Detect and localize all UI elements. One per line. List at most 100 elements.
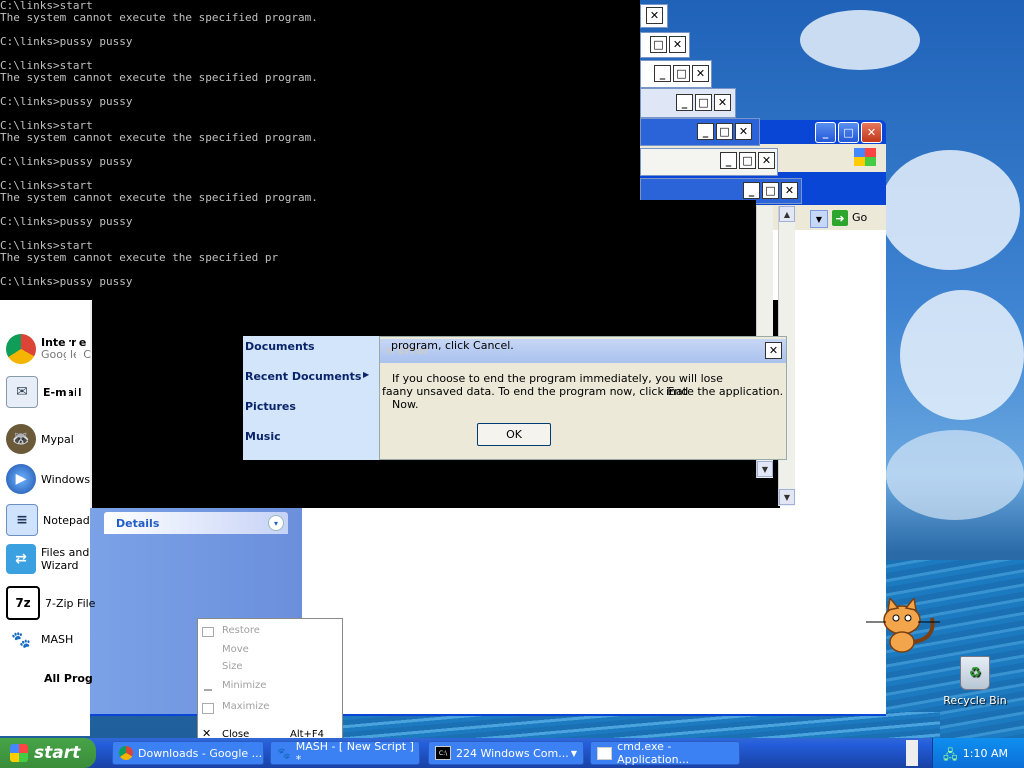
minimize-icon[interactable]: _ xyxy=(676,94,693,111)
go-button[interactable]: Go xyxy=(852,211,867,224)
go-arrow-icon[interactable]: ➜ xyxy=(832,210,848,226)
start-menu-pictures[interactable]: Pictures xyxy=(245,400,296,413)
menu-item-move[interactable]: Move xyxy=(222,644,249,655)
minimize-icon xyxy=(204,689,212,691)
minimize-icon[interactable]: _ xyxy=(654,65,671,82)
chrome-icon xyxy=(6,334,36,364)
chevron-down-icon[interactable]: ▾ xyxy=(268,515,284,531)
transfer-wizard-icon: ⇄ xyxy=(6,544,36,574)
start-menu-label: Files and xyxy=(41,546,90,559)
minimize-icon[interactable]: _ xyxy=(697,123,714,140)
close-icon[interactable]: ✕ xyxy=(714,94,731,111)
dialog-text: inate the application. xyxy=(666,385,784,398)
close-icon[interactable]: ✕ xyxy=(669,36,686,53)
start-menu-right-pane: Documents Recent Documents ▶ Pictures Mu… xyxy=(243,336,381,460)
end-program-dialog[interactable]: ✕ xyxy=(379,336,787,460)
start-button[interactable]: start xyxy=(0,738,96,768)
start-menu-label: Notepad xyxy=(43,513,90,527)
scroll-down-icon[interactable]: ▼ xyxy=(779,489,795,505)
ghost-controls: _ □ ✕ xyxy=(654,65,709,82)
console-line: The system cannot execute the specified … xyxy=(0,71,318,84)
menu-item-restore[interactable]: Restore xyxy=(222,625,260,636)
start-menu-music[interactable]: Music xyxy=(245,430,281,443)
sea xyxy=(300,712,940,740)
minimize-icon[interactable]: _ xyxy=(720,152,737,169)
maximize-button[interactable]: □ xyxy=(838,122,859,143)
maximize-icon xyxy=(202,703,214,714)
ok-button[interactable]: OK xyxy=(477,423,551,446)
maximize-icon[interactable]: □ xyxy=(739,152,756,169)
taskbar-item-label: MASH - [ New Script ] * xyxy=(295,740,414,766)
recycle-bin-icon: ♻ xyxy=(960,656,990,690)
recycle-bin[interactable]: ♻ Recycle Bin xyxy=(942,656,1008,707)
start-menu-documents[interactable]: Documents xyxy=(245,340,315,353)
ghost-controls: _ □ ✕ xyxy=(697,123,752,140)
menu-item-minimize[interactable]: Minimize xyxy=(222,680,266,691)
close-button[interactable]: ✕ xyxy=(861,122,882,143)
ghost-controls: ✕ xyxy=(646,7,663,24)
close-icon[interactable]: ✕ xyxy=(692,65,709,82)
start-menu-recent-documents[interactable]: Recent Documents xyxy=(245,370,361,383)
restore-icon xyxy=(202,627,214,637)
raccoon-icon: 🦝 xyxy=(6,424,36,454)
cloud xyxy=(886,430,1024,520)
start-menu-item-email[interactable]: ✉ E-mail xyxy=(6,376,82,408)
start-menu-item-notepad[interactable]: ≡ Notepad xyxy=(6,504,90,536)
maximize-icon[interactable]: □ xyxy=(716,123,733,140)
start-label: start xyxy=(34,743,81,763)
start-menu-item-mash[interactable]: 🐾 MASH xyxy=(6,624,73,654)
close-icon[interactable]: ✕ xyxy=(646,7,663,24)
console-line: The system cannot execute the specified … xyxy=(0,191,318,204)
taskbar-item-cmd-error[interactable]: cmd.exe - Application... xyxy=(590,740,740,766)
media-player-icon: ▶ xyxy=(6,464,36,494)
network-icon[interactable]: 🖧 xyxy=(943,746,958,768)
close-icon[interactable]: ✕ xyxy=(781,182,798,199)
mash-icon: 🐾 xyxy=(6,624,36,654)
recycle-bin-label: Recycle Bin xyxy=(943,694,1007,707)
start-menu-label: 7-Zip File xyxy=(45,596,96,610)
minimize-button[interactable]: _ xyxy=(815,122,836,143)
ghost-controls: _ □ ✕ xyxy=(720,152,775,169)
start-menu-item-mypal[interactable]: 🦝 Mypal xyxy=(6,424,74,454)
cloud xyxy=(880,150,1020,270)
windows-logo-icon xyxy=(854,148,876,166)
scroll-down-icon[interactable]: ▼ xyxy=(757,461,773,477)
close-icon[interactable]: ✕ xyxy=(758,152,775,169)
clock[interactable]: 1:10 AM xyxy=(963,747,1008,760)
minimize-icon[interactable]: _ xyxy=(743,182,760,199)
maximize-icon[interactable]: □ xyxy=(673,65,690,82)
close-icon[interactable]: ✕ xyxy=(765,342,782,359)
close-icon[interactable]: ✕ xyxy=(735,123,752,140)
start-menu-label: Windows xyxy=(41,472,91,486)
console-output[interactable]: C:\links>start The system cannot execute … xyxy=(0,0,640,300)
maximize-icon[interactable]: □ xyxy=(762,182,779,199)
notepad-icon: ≡ xyxy=(6,504,38,536)
maximize-icon[interactable]: □ xyxy=(650,36,667,53)
maximize-icon[interactable]: □ xyxy=(695,94,712,111)
menu-item-maximize[interactable]: Maximize xyxy=(222,701,269,712)
dialog-text: faany unsaved data. To end the program n… xyxy=(382,385,689,398)
start-menu-item-files-wizard[interactable]: ⇄ Files and Wizard xyxy=(6,544,89,574)
all-programs-button[interactable]: All Prog xyxy=(44,672,93,685)
console-line: C:\links>pussy pussy xyxy=(0,35,133,48)
dialog-text: Now. xyxy=(392,398,419,411)
details-panel-header[interactable]: Details ▾ xyxy=(104,512,288,534)
window-icon xyxy=(597,746,613,760)
taskbar-item-mash[interactable]: 🐾 MASH - [ New Script ] * xyxy=(270,740,420,766)
start-menu-item-7zip[interactable]: 7z 7-Zip File xyxy=(6,586,95,620)
taskbar-splitter xyxy=(906,740,918,766)
start-menu-item-windows-media[interactable]: ▶ Windows xyxy=(6,464,90,494)
window-context-menu: Restore Move Size Minimize Maximize ✕ Cl… xyxy=(197,618,343,742)
chevron-down-icon[interactable]: ▼ xyxy=(810,210,828,228)
cat-mascot-icon[interactable] xyxy=(866,596,942,654)
taskbar-item-downloads[interactable]: Downloads - Google ... xyxy=(112,741,264,765)
cloud xyxy=(900,290,1024,420)
menu-item-size[interactable]: Size xyxy=(222,661,243,672)
taskbar-item-cmd-group[interactable]: C:\ 224 Windows Com... ▼ xyxy=(428,741,584,765)
scroll-up-icon[interactable]: ▲ xyxy=(779,206,795,222)
taskbar-item-label: 224 Windows Com... xyxy=(456,746,569,760)
start-menu-label: Wizard xyxy=(41,559,79,572)
dialog-text: If you choose to end the program immedia… xyxy=(392,372,723,385)
